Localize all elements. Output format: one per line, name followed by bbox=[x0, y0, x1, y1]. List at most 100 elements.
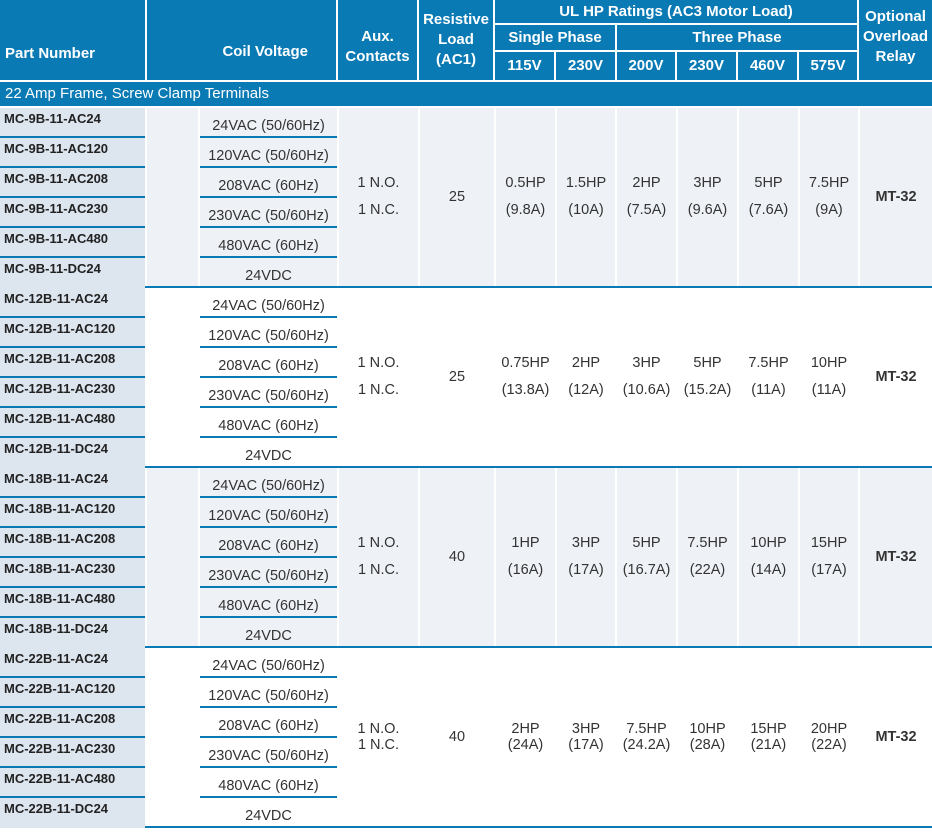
coil-voltage-cell: 480VAC (60Hz) bbox=[200, 408, 337, 438]
amp-value: (12A) bbox=[568, 382, 604, 398]
part-number-cell: MC-22B-11-AC480 bbox=[0, 768, 145, 798]
hp-value: 0.5HP bbox=[505, 175, 546, 191]
header-voltage-460v: 460V bbox=[738, 52, 797, 80]
part-number-cell: MC-12B-11-AC120 bbox=[0, 318, 145, 348]
part-number-cell: MC-9B-11-AC480 bbox=[0, 228, 145, 258]
hp-value: 15HP bbox=[750, 721, 787, 737]
coil-voltage-cell: 120VAC (50/60Hz) bbox=[200, 498, 337, 528]
overload-relay-model: MT-32 bbox=[875, 548, 917, 565]
hp-value: 2HP bbox=[511, 721, 540, 737]
resistive-load-value: 25 bbox=[448, 188, 466, 205]
header-coil-voltage: Coil Voltage bbox=[147, 0, 336, 80]
resistive-load-value: 25 bbox=[448, 368, 466, 385]
amp-value: (9.6A) bbox=[687, 202, 728, 218]
aux-contacts-cell: 1 N.O. 1 N.C. bbox=[339, 288, 418, 466]
hp-rating-cell: 2HP (24A) bbox=[496, 648, 555, 826]
resistive-load-value: 40 bbox=[448, 728, 466, 745]
overload-relay-cell: MT-32 bbox=[860, 288, 932, 466]
amp-value: (10A) bbox=[568, 202, 604, 218]
coil-voltage-cell: 24VAC (50/60Hz) bbox=[200, 468, 337, 498]
aux-contact-line: 1 N.O. bbox=[357, 721, 400, 737]
hp-rating-cell: 20HP (22A) bbox=[800, 648, 858, 826]
coil-voltage-cell: 120VAC (50/60Hz) bbox=[200, 138, 337, 168]
part-number-cell: MC-18B-11-DC24 bbox=[0, 618, 145, 648]
part-number-cell: MC-22B-11-AC120 bbox=[0, 678, 145, 708]
hp-rating-cell: 2HP (12A) bbox=[557, 288, 615, 466]
coil-voltage-cell: 208VAC (60Hz) bbox=[200, 168, 337, 198]
coil-voltage-cell: 480VAC (60Hz) bbox=[200, 588, 337, 618]
overload-relay-cell: MT-32 bbox=[860, 648, 932, 826]
hp-value: 15HP bbox=[810, 535, 848, 551]
part-number-cell: MC-9B-11-AC230 bbox=[0, 198, 145, 228]
hp-value: 0.75HP bbox=[501, 355, 550, 371]
column-divider bbox=[145, 468, 147, 646]
aux-contact-line: 1 N.O. bbox=[357, 535, 400, 551]
amp-value: (9A) bbox=[815, 202, 843, 218]
column-divider bbox=[145, 288, 147, 466]
part-number-cell: MC-18B-11-AC480 bbox=[0, 588, 145, 618]
amp-value: (28A) bbox=[689, 737, 726, 753]
aux-contact-line: 1 N.C. bbox=[357, 202, 400, 218]
coil-voltage-cell: 230VAC (50/60Hz) bbox=[200, 558, 337, 588]
part-number-cell: MC-18B-11-AC120 bbox=[0, 498, 145, 528]
header-part-number: Part Number bbox=[0, 0, 145, 80]
hp-rating-cell: 2HP (7.5A) bbox=[617, 108, 676, 286]
coil-voltage-cell: 24VAC (50/60Hz) bbox=[200, 288, 337, 318]
column-divider bbox=[145, 648, 147, 826]
part-number-cell: MC-9B-11-AC24 bbox=[0, 108, 145, 138]
part-number-cell: MC-9B-11-AC120 bbox=[0, 138, 145, 168]
hp-value: 7.5HP bbox=[687, 535, 728, 551]
resistive-load-cell: 40 bbox=[420, 648, 494, 826]
amp-value: (22A) bbox=[689, 562, 726, 578]
contactor-group: MC-12B-11-AC24 24VAC (50/60Hz) MC-12B-11-A… bbox=[0, 288, 932, 468]
header-resistive-load: Resistive Load (AC1) bbox=[419, 0, 493, 80]
header-three-phase: Three Phase bbox=[617, 25, 857, 50]
hp-rating-cell: 3HP (10.6A) bbox=[617, 288, 676, 466]
aux-contact-line: 1 N.O. bbox=[357, 355, 400, 371]
hp-rating-cell: 5HP (7.6A) bbox=[739, 108, 798, 286]
hp-rating-cell: 15HP (17A) bbox=[800, 468, 858, 646]
part-number-cell: MC-9B-11-DC24 bbox=[0, 258, 145, 288]
hp-value: 10HP bbox=[810, 355, 848, 371]
hp-rating-cell: 1HP (16A) bbox=[496, 468, 555, 646]
aux-contacts-cell: 1 N.O. 1 N.C. bbox=[339, 468, 418, 646]
amp-value: (11A) bbox=[811, 382, 847, 398]
hp-rating-cell: 5HP (15.2A) bbox=[678, 288, 737, 466]
hp-rating-cell: 1.5HP (10A) bbox=[557, 108, 615, 286]
header-single-phase: Single Phase bbox=[495, 25, 615, 50]
hp-rating-cell: 0.75HP (13.8A) bbox=[496, 288, 555, 466]
hp-value: 20HP bbox=[810, 721, 848, 737]
part-number-cell: MC-22B-11-DC24 bbox=[0, 798, 145, 828]
coil-voltage-cell: 230VAC (50/60Hz) bbox=[200, 738, 337, 768]
hp-value: 2HP bbox=[571, 355, 601, 371]
amp-value: (16.7A) bbox=[622, 562, 671, 578]
hp-rating-cell: 3HP (9.6A) bbox=[678, 108, 737, 286]
hp-rating-cell: 7.5HP (24.2A) bbox=[617, 648, 676, 826]
hp-rating-cell: 7.5HP (9A) bbox=[800, 108, 858, 286]
aux-contacts-cell: 1 N.O. 1 N.C. bbox=[339, 108, 418, 286]
hp-value: 3HP bbox=[693, 175, 722, 191]
hp-rating-cell: 10HP (28A) bbox=[678, 648, 737, 826]
hp-rating-cell: 5HP (16.7A) bbox=[617, 468, 676, 646]
coil-voltage-cell: 120VAC (50/60Hz) bbox=[200, 318, 337, 348]
hp-value: 5HP bbox=[693, 355, 722, 371]
overload-relay-model: MT-32 bbox=[875, 728, 917, 745]
hp-rating-cell: 10HP (11A) bbox=[800, 288, 858, 466]
overload-relay-model: MT-32 bbox=[875, 368, 917, 385]
amp-value: (10.6A) bbox=[622, 382, 671, 398]
section-title: 22 Amp Frame, Screw Clamp Terminals bbox=[0, 82, 932, 106]
overload-relay-cell: MT-32 bbox=[860, 468, 932, 646]
contactor-group: MC-22B-11-AC24 24VAC (50/60Hz) MC-22B-11-A… bbox=[0, 648, 932, 828]
part-number-cell: MC-9B-11-AC208 bbox=[0, 168, 145, 198]
hp-value: 5HP bbox=[754, 175, 783, 191]
coil-voltage-cell: 24VDC bbox=[245, 808, 292, 824]
hp-value: 10HP bbox=[750, 535, 787, 551]
aux-contact-line: 1 N.C. bbox=[357, 562, 400, 578]
header-aux-contacts: Aux. Contacts bbox=[338, 0, 417, 80]
hp-value: 3HP bbox=[571, 535, 601, 551]
part-number-cell: MC-18B-11-AC24 bbox=[0, 468, 145, 498]
amp-value: (17A) bbox=[568, 562, 604, 578]
column-divider bbox=[145, 108, 147, 286]
amp-value: (9.8A) bbox=[505, 202, 546, 218]
aux-contact-line: 1 N.C. bbox=[357, 737, 400, 753]
